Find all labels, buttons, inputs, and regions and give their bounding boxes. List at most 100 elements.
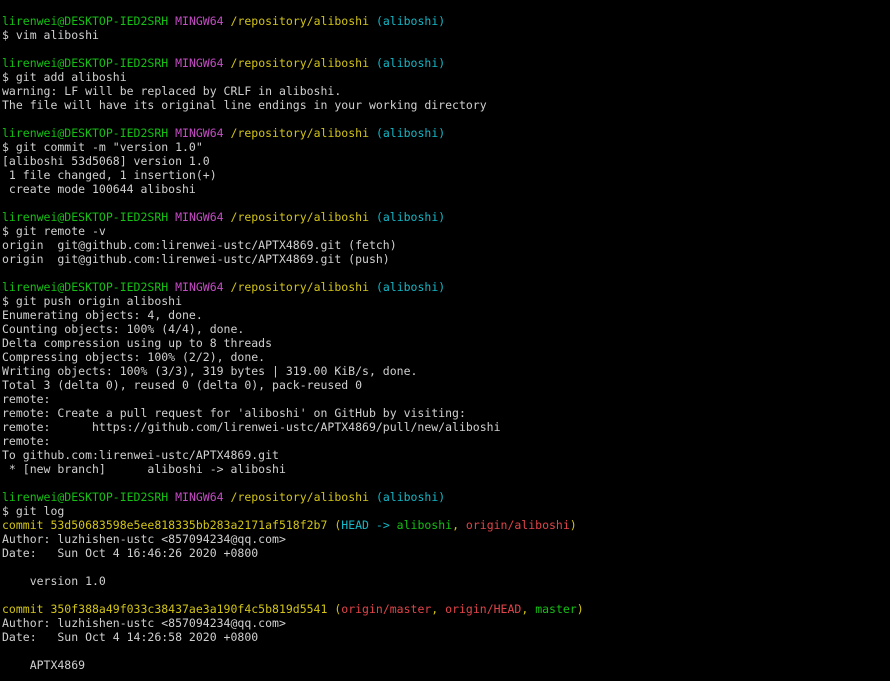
prompt-path: /repository/aliboshi — [230, 210, 369, 224]
text-segment: remote: — [2, 434, 51, 448]
command-line: $ vim aliboshi — [2, 28, 890, 42]
text-segment: origin/master — [341, 602, 432, 616]
text-segment: [aliboshi 53d5068] version 1.0 — [2, 154, 210, 168]
text-segment: Compressing objects: 100% (2/2), done. — [2, 350, 266, 364]
command-line: $ git remote -v — [2, 224, 890, 238]
command-line: $ git commit -m "version 1.0" — [2, 140, 890, 154]
prompt-line: lirenwei@DESKTOP-IED2SRH MINGW64 /reposi… — [2, 126, 890, 140]
output-line: [aliboshi 53d5068] version 1.0 — [2, 154, 890, 168]
output-line: 1 file changed, 1 insertion(+) — [2, 168, 890, 182]
output-line: Delta compression using up to 8 threads — [2, 336, 890, 350]
text-segment: Writing objects: 100% (3/3), 319 bytes |… — [2, 364, 418, 378]
prompt-branch: (aliboshi) — [375, 210, 446, 224]
text-segment: master — [535, 602, 577, 616]
text-segment: ) — [569, 518, 577, 532]
output-line: To github.com:lirenwei-ustc/APTX4869.git — [2, 448, 890, 462]
output-line: Writing objects: 100% (3/3), 319 bytes |… — [2, 364, 890, 378]
text-segment: , — [521, 602, 536, 616]
prompt-shell: MINGW64 — [175, 280, 224, 294]
prompt-line: lirenwei@DESKTOP-IED2SRH MINGW64 /reposi… — [2, 210, 890, 224]
text-segment: Date: Sun Oct 4 14:26:58 2020 +0800 — [2, 630, 259, 644]
text-segment: , — [452, 518, 466, 532]
prompt-shell: MINGW64 — [175, 210, 224, 224]
text-segment: Author: luzhishen-ustc <857094234@qq.com… — [2, 532, 286, 546]
prompt-shell: MINGW64 — [175, 126, 224, 140]
prompt-user-host: lirenwei@DESKTOP-IED2SRH — [2, 14, 169, 28]
output-line: remote: — [2, 392, 890, 406]
prompt-shell: MINGW64 — [175, 14, 224, 28]
prompt-user-host: lirenwei@DESKTOP-IED2SRH — [2, 490, 169, 504]
text-segment: warning: LF will be replaced by CRLF in … — [2, 84, 342, 98]
output-line: Author: luzhishen-ustc <857094234@qq.com… — [2, 532, 890, 546]
prompt-line: lirenwei@DESKTOP-IED2SRH MINGW64 /reposi… — [2, 14, 890, 28]
output-line: commit 53d50683598e5ee818335bb283a2171af… — [2, 518, 890, 532]
text-segment: The file will have its original line end… — [2, 98, 487, 112]
text-segment: $ git commit -m "version 1.0" — [2, 140, 203, 154]
output-line: create mode 100644 aliboshi — [2, 182, 890, 196]
text-segment: origin git@github.com:lirenwei-ustc/APTX… — [2, 252, 390, 266]
text-segment: aliboshi — [396, 518, 453, 532]
text-segment: Date: Sun Oct 4 16:46:26 2020 +0800 — [2, 546, 259, 560]
text-segment: To github.com:lirenwei-ustc/APTX4869.git — [2, 448, 279, 462]
prompt-path: /repository/aliboshi — [230, 126, 369, 140]
prompt-path: /repository/aliboshi — [230, 490, 369, 504]
text-segment: origin/HEAD — [445, 602, 522, 616]
text-segment: Delta compression using up to 8 threads — [2, 336, 273, 350]
output-line: origin git@github.com:lirenwei-ustc/APTX… — [2, 252, 890, 266]
text-segment: remote: Create a pull request for 'alibo… — [2, 406, 466, 420]
text-segment: Total 3 (delta 0), reused 0 (delta 0), p… — [2, 378, 363, 392]
text-segment: remote: https://github.com/lirenwei-ustc… — [2, 420, 501, 434]
text-segment: origin git@github.com:lirenwei-ustc/APTX… — [2, 238, 397, 252]
output-line: Compressing objects: 100% (2/2), done. — [2, 350, 890, 364]
prompt-path: /repository/aliboshi — [230, 14, 369, 28]
command-line: $ git log — [2, 504, 890, 518]
prompt-branch: (aliboshi) — [375, 280, 446, 294]
output-line: * [new branch] aliboshi -> aliboshi — [2, 462, 890, 476]
text-segment: version 1.0 — [2, 574, 106, 588]
output-line: APTX4869 — [2, 658, 890, 672]
text-segment: * [new branch] aliboshi -> aliboshi — [2, 462, 286, 476]
command-line: $ git push origin aliboshi — [2, 294, 890, 308]
prompt-user-host: lirenwei@DESKTOP-IED2SRH — [2, 126, 169, 140]
prompt-user-host: lirenwei@DESKTOP-IED2SRH — [2, 280, 169, 294]
prompt-path: /repository/aliboshi — [230, 280, 369, 294]
text-segment: APTX4869 — [2, 658, 86, 672]
prompt-user-host: lirenwei@DESKTOP-IED2SRH — [2, 56, 169, 70]
output-line: remote: Create a pull request for 'alibo… — [2, 406, 890, 420]
prompt-path: /repository/aliboshi — [230, 56, 369, 70]
terminal-window[interactable]: lirenwei@DESKTOP-IED2SRH MINGW64 /reposi… — [0, 0, 890, 681]
output-line: The file will have its original line end… — [2, 98, 890, 112]
text-segment: $ git push origin aliboshi — [2, 294, 183, 308]
text-segment: $ vim aliboshi — [2, 28, 99, 42]
output-line: Date: Sun Oct 4 16:46:26 2020 +0800 — [2, 546, 890, 560]
prompt-shell: MINGW64 — [175, 56, 224, 70]
output-line: Total 3 (delta 0), reused 0 (delta 0), p… — [2, 378, 890, 392]
prompt-line: lirenwei@DESKTOP-IED2SRH MINGW64 /reposi… — [2, 280, 890, 294]
output-line: remote: https://github.com/lirenwei-ustc… — [2, 420, 890, 434]
text-segment: 1 file changed, 1 insertion(+) — [2, 168, 217, 182]
prompt-branch: (aliboshi) — [375, 56, 446, 70]
text-segment: Counting objects: 100% (4/4), done. — [2, 322, 245, 336]
text-segment: HEAD -> — [341, 518, 397, 532]
text-segment: ) — [576, 602, 584, 616]
text-segment: create mode 100644 aliboshi — [2, 182, 196, 196]
prompt-branch: (aliboshi) — [375, 126, 446, 140]
text-segment: $ git remote -v — [2, 224, 106, 238]
text-segment: , — [431, 602, 446, 616]
output-line: warning: LF will be replaced by CRLF in … — [2, 84, 890, 98]
text-segment: $ git add aliboshi — [2, 70, 127, 84]
output-line: Date: Sun Oct 4 14:26:58 2020 +0800 — [2, 630, 890, 644]
text-segment: commit 53d50683598e5ee818335bb283a2171af… — [2, 518, 335, 532]
output-line: remote: — [2, 434, 890, 448]
text-segment: $ git log — [2, 504, 65, 518]
output-line: version 1.0 — [2, 574, 890, 588]
command-line: $ git add aliboshi — [2, 70, 890, 84]
text-segment: origin/aliboshi — [465, 518, 570, 532]
